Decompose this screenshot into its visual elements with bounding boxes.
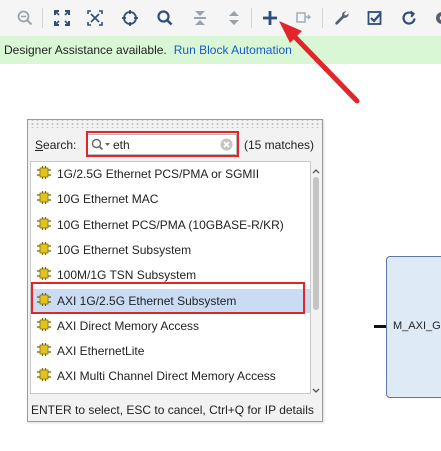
fit-view-icon[interactable] (50, 6, 74, 30)
ip-core-icon (37, 216, 51, 233)
refresh-icon[interactable] (397, 6, 421, 30)
ip-list-item-label: 10G Ethernet PCS/PMA (10GBASE-R/KR) (57, 217, 284, 232)
ip-list-item-label: 10G Ethernet MAC (57, 192, 159, 207)
keyboard-help-text: ENTER to select, ESC to cancel, Ctrl+Q f… (31, 403, 314, 417)
selected-item-highlight (31, 282, 305, 314)
ip-list-item[interactable]: AXI Multi Channel Direct Memory Access (31, 364, 310, 388)
ip-list-item[interactable]: 10G Ethernet PCS/PMA (10GBASE-R/KR) (31, 213, 310, 237)
add-ip-icon[interactable] (258, 6, 282, 30)
ip-list-item-label: AXI EthernetLite (57, 344, 145, 359)
ip-list-item[interactable]: 1G/2.5G Ethernet PCS/PMA or SGMII (31, 162, 310, 186)
expand-all-icon[interactable] (222, 6, 246, 30)
ip-list-item-label: 100M/1G TSN Subsystem (57, 268, 197, 283)
search-icon[interactable] (153, 6, 177, 30)
wrench-icon[interactable] (330, 6, 354, 30)
match-count: (15 matches) (244, 138, 315, 152)
ip-core-icon (37, 267, 51, 283)
run-block-automation-link[interactable]: Run Block Automation (174, 43, 292, 57)
crosshair-icon[interactable] (118, 6, 142, 30)
ip-list-item[interactable]: AXI Direct Memory Access (31, 314, 310, 338)
list-scrollbar[interactable] (311, 161, 321, 393)
search-label: Search: (35, 138, 77, 152)
diagram-toolbar (0, 0, 441, 37)
scrollbar-thumb[interactable] (313, 177, 319, 310)
ip-list-item[interactable]: 10G Ethernet MAC (31, 187, 310, 211)
toolbar-separator (42, 8, 43, 28)
ip-core-icon (37, 191, 51, 207)
ip-core-icon (37, 368, 51, 384)
banner-message: Designer Assistance available. (4, 43, 167, 57)
ip-result-list: 1G/2.5G Ethernet PCS/PMA or SGMII 10G Eth… (30, 161, 311, 394)
search-field-highlight (86, 131, 239, 157)
add-ip-popup: Search: (15 matches) 1G/2.5G Ethernet PC… (27, 119, 323, 422)
designer-assistance-banner: Designer Assistance available. Run Block… (0, 36, 441, 64)
ip-list-item-label: 10G Ethernet Subsystem (57, 242, 192, 257)
ip-core-icon (37, 241, 51, 258)
toolbar-separator (251, 8, 252, 28)
ip-list-item-label: AXI Multi Channel Direct Memory Access (57, 369, 276, 384)
collapse-all-icon[interactable] (188, 6, 212, 30)
ip-core-icon (37, 166, 51, 182)
popup-drag-handle[interactable] (28, 120, 322, 128)
scroll-up-arrow-icon[interactable] (312, 163, 320, 177)
ip-list-item-label: AXI Direct Memory Access (57, 318, 200, 333)
ip-core-icon (37, 343, 51, 359)
ip-list-item[interactable]: 10G Ethernet Subsystem (31, 238, 310, 262)
zoom-out-icon[interactable] (13, 6, 37, 30)
make-external-icon[interactable] (291, 6, 315, 30)
fit-selection-icon[interactable] (83, 6, 107, 30)
scroll-down-arrow-icon[interactable] (312, 383, 320, 397)
toolbar-separator (322, 8, 323, 28)
validate-design-icon[interactable] (363, 6, 387, 30)
ip-list-item[interactable]: Ethernet PHY MII to Reduced MII (31, 390, 310, 393)
ip-list-item-label: 1G/2.5G Ethernet PCS/PMA or SGMII (57, 167, 260, 181)
ip-core-icon (37, 317, 51, 334)
block-port-label: M_AXI_G (393, 320, 441, 332)
settings-icon[interactable] (430, 6, 441, 30)
ip-list-item[interactable]: AXI EthernetLite (31, 339, 310, 363)
